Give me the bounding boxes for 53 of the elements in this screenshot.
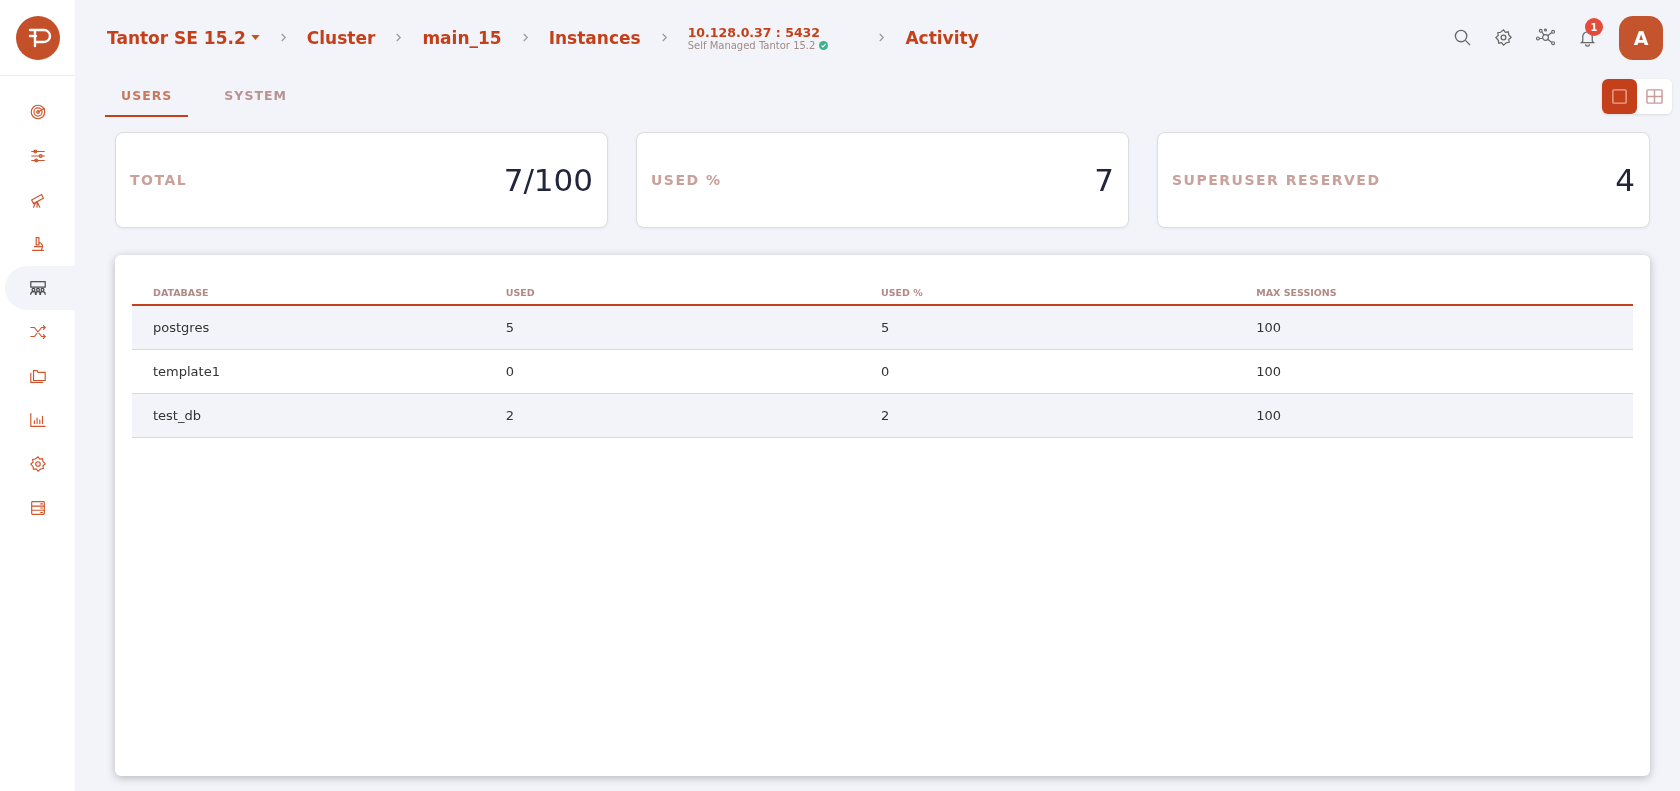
server-icon	[28, 499, 47, 517]
table-cell: 2	[860, 393, 1236, 438]
grid-icon	[1646, 87, 1663, 105]
tab[interactable]: USERS	[105, 75, 189, 117]
chevron-icon	[279, 32, 287, 43]
avatar-button[interactable]: A	[1619, 15, 1663, 60]
grid-view-button[interactable]	[1637, 78, 1672, 114]
table-cell: test_db	[132, 393, 485, 438]
table-cell: 100	[1235, 349, 1633, 394]
stat-value: 4	[1615, 162, 1635, 198]
table-cell: postgres	[132, 305, 485, 350]
breadcrumb-link[interactable]: main_15	[422, 27, 502, 48]
people-icon	[28, 279, 47, 297]
table-cell: 5	[860, 305, 1236, 350]
chevron-icon	[660, 32, 668, 43]
caret-icon	[250, 35, 260, 40]
tab[interactable]: SYSTEM	[208, 75, 303, 117]
table-cell: 0	[484, 349, 860, 394]
breadcrumb-link[interactable]: Cluster	[306, 27, 376, 48]
table-cell: 100	[1235, 305, 1633, 350]
square-icon	[1611, 87, 1628, 105]
stat-value: 7/100	[503, 162, 593, 198]
chevron-icon	[395, 32, 403, 43]
settings-icon[interactable]	[1494, 28, 1513, 47]
breadcrumb-link[interactable]: Activity	[905, 27, 979, 48]
network-icon[interactable]	[1535, 28, 1556, 47]
stat-value: 7	[1094, 162, 1114, 198]
chart-icon	[28, 411, 47, 429]
gear-icon	[28, 455, 47, 473]
sidebar-item[interactable]	[5, 266, 75, 310]
breadcrumb-link[interactable]: Instances	[548, 27, 641, 48]
search-icon[interactable]	[1453, 28, 1472, 47]
single-view-button[interactable]	[1602, 78, 1637, 114]
table-cell: 100	[1235, 393, 1633, 438]
folders-icon	[28, 367, 47, 385]
table-cell: 2	[484, 393, 860, 438]
table-cell: template1	[132, 349, 485, 394]
table-cell: 5	[484, 305, 860, 350]
stat-label: TOTAL	[130, 172, 188, 188]
chevron-icon	[878, 32, 886, 43]
sliders-icon	[28, 147, 47, 165]
stat-label: SUPERUSER RESERVED	[1172, 172, 1381, 188]
telescope-icon	[28, 191, 47, 209]
table-cell: 0	[860, 349, 1236, 394]
shuffle-icon	[28, 323, 47, 341]
chevron-icon	[521, 32, 529, 43]
instance-subtitle: Self Managed Tantor 15.2	[687, 39, 816, 51]
breadcrumb-dropdown[interactable]: Tantor SE 15.2	[107, 27, 260, 48]
breadcrumb-link[interactable]: 10.128.0.37 : 5432	[687, 24, 829, 40]
target-icon	[28, 103, 47, 121]
stat-label: USED %	[651, 172, 722, 188]
notification-badge: 1	[1585, 18, 1603, 36]
logo-icon[interactable]	[15, 15, 60, 60]
